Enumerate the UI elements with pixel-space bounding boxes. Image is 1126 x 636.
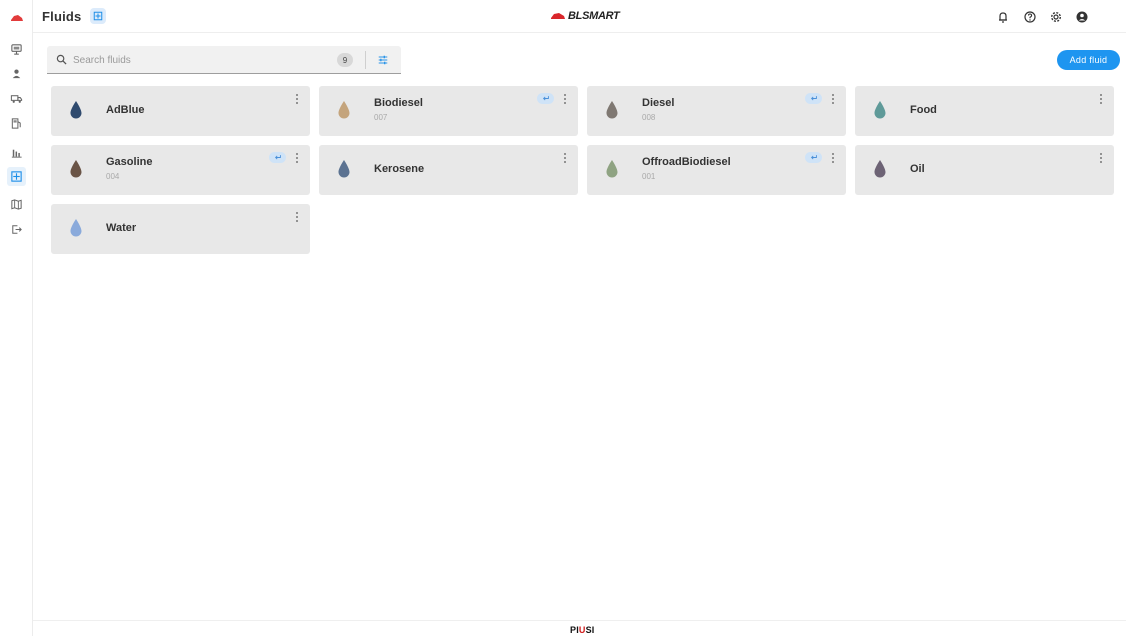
fluid-grid-icon bbox=[11, 171, 22, 182]
filter-sliders-icon bbox=[378, 55, 388, 65]
brand-name: BLSMART bbox=[568, 10, 620, 22]
fluid-card[interactable]: Gasoline 004 bbox=[51, 145, 310, 195]
sync-badge bbox=[269, 152, 286, 163]
filter-button[interactable] bbox=[375, 52, 391, 68]
result-count-badge: 9 bbox=[337, 53, 353, 67]
person-icon bbox=[12, 69, 21, 79]
footer-logo-part: U bbox=[578, 625, 586, 635]
fluid-name: AdBlue bbox=[106, 104, 145, 116]
fluid-card[interactable]: Water bbox=[51, 204, 310, 254]
fluid-name: Kerosene bbox=[374, 163, 425, 175]
bell-icon[interactable] bbox=[995, 9, 1010, 24]
fluid-grid-icon bbox=[90, 8, 106, 24]
fluid-drop-icon bbox=[874, 101, 886, 119]
fluid-name: OffroadBiodiesel bbox=[642, 156, 731, 168]
sync-badge bbox=[805, 152, 822, 163]
app-logo-icon[interactable] bbox=[10, 10, 24, 21]
fluid-drop-icon bbox=[70, 219, 82, 237]
footer-logo-part: SI bbox=[585, 625, 595, 635]
fluid-drop-icon bbox=[338, 160, 350, 178]
sidebar-item-map[interactable] bbox=[7, 195, 26, 214]
fluid-card[interactable]: Kerosene bbox=[319, 145, 578, 195]
more-menu-icon[interactable] bbox=[293, 152, 301, 164]
fluid-drop-icon bbox=[606, 101, 618, 119]
search-bar: 9 bbox=[47, 46, 401, 74]
fluid-card[interactable]: Biodiesel 007 bbox=[319, 86, 578, 136]
left-sidebar bbox=[0, 0, 33, 636]
fuel-station-icon bbox=[11, 118, 21, 129]
sync-arrow-icon bbox=[274, 155, 281, 160]
sync-arrow-icon bbox=[810, 96, 817, 101]
account-icon[interactable] bbox=[1074, 9, 1089, 24]
fluid-name: Diesel bbox=[642, 97, 675, 109]
fluid-drop-icon bbox=[70, 160, 82, 178]
fluid-name: Water bbox=[106, 222, 137, 234]
sidebar-item-logout[interactable] bbox=[7, 220, 26, 239]
more-menu-icon[interactable] bbox=[561, 152, 569, 164]
help-icon[interactable] bbox=[1022, 9, 1037, 24]
more-menu-icon[interactable] bbox=[293, 211, 301, 223]
footer-logo-part: PI bbox=[570, 625, 579, 635]
fluid-code: 001 bbox=[642, 172, 656, 181]
fluid-name: Biodiesel bbox=[374, 97, 423, 109]
sync-arrow-icon bbox=[810, 155, 817, 160]
more-menu-icon[interactable] bbox=[1097, 152, 1105, 164]
map-icon bbox=[11, 199, 22, 210]
monitor-icon bbox=[11, 44, 22, 55]
logout-icon bbox=[12, 225, 22, 234]
fluid-card[interactable]: Food bbox=[855, 86, 1114, 136]
fluid-code: 004 bbox=[106, 172, 120, 181]
sync-badge bbox=[537, 93, 554, 104]
more-menu-icon[interactable] bbox=[829, 93, 837, 105]
fluid-card[interactable]: OffroadBiodiesel 001 bbox=[587, 145, 846, 195]
footer-logo: PIUSI bbox=[570, 625, 595, 635]
add-fluid-button[interactable]: Add fluid bbox=[1057, 50, 1120, 70]
more-menu-icon[interactable] bbox=[561, 93, 569, 105]
truck-icon bbox=[10, 95, 23, 103]
fluid-card[interactable]: Diesel 008 bbox=[587, 86, 846, 136]
search-divider bbox=[365, 51, 366, 69]
sidebar-item-reports[interactable] bbox=[7, 143, 26, 162]
sidebar-item-vehicles[interactable] bbox=[7, 89, 26, 108]
fluid-drop-icon bbox=[606, 160, 618, 178]
fluid-drop-icon bbox=[70, 101, 82, 119]
settings-icon[interactable] bbox=[1048, 9, 1063, 24]
more-menu-icon[interactable] bbox=[829, 152, 837, 164]
fluid-name: Gasoline bbox=[106, 156, 153, 168]
fluid-card[interactable]: AdBlue bbox=[51, 86, 310, 136]
fluid-name: Oil bbox=[910, 163, 925, 175]
sidebar-item-dashboard[interactable] bbox=[7, 40, 26, 59]
bar-chart-icon bbox=[11, 149, 22, 158]
fluid-code: 008 bbox=[642, 113, 656, 122]
brand-car-icon bbox=[551, 13, 565, 19]
fluid-name: Food bbox=[910, 104, 937, 116]
sync-badge bbox=[805, 93, 822, 104]
fluid-drop-icon bbox=[874, 160, 886, 178]
more-menu-icon[interactable] bbox=[1097, 93, 1105, 105]
sidebar-item-users[interactable] bbox=[7, 64, 26, 83]
fluid-card[interactable]: Oil bbox=[855, 145, 1114, 195]
search-icon bbox=[56, 54, 67, 65]
more-menu-icon[interactable] bbox=[293, 93, 301, 105]
footer: PIUSI bbox=[33, 620, 1126, 636]
top-bar: Fluids BLSMART bbox=[33, 0, 1126, 33]
fluid-drop-icon bbox=[338, 101, 350, 119]
page-title: Fluids bbox=[42, 9, 82, 24]
sync-arrow-icon bbox=[542, 96, 549, 101]
sidebar-item-fluids[interactable] bbox=[7, 167, 26, 186]
sidebar-item-stations[interactable] bbox=[7, 114, 26, 133]
search-input[interactable] bbox=[73, 50, 353, 70]
brand-logo: BLSMART bbox=[550, 9, 620, 23]
fluid-code: 007 bbox=[374, 113, 388, 122]
